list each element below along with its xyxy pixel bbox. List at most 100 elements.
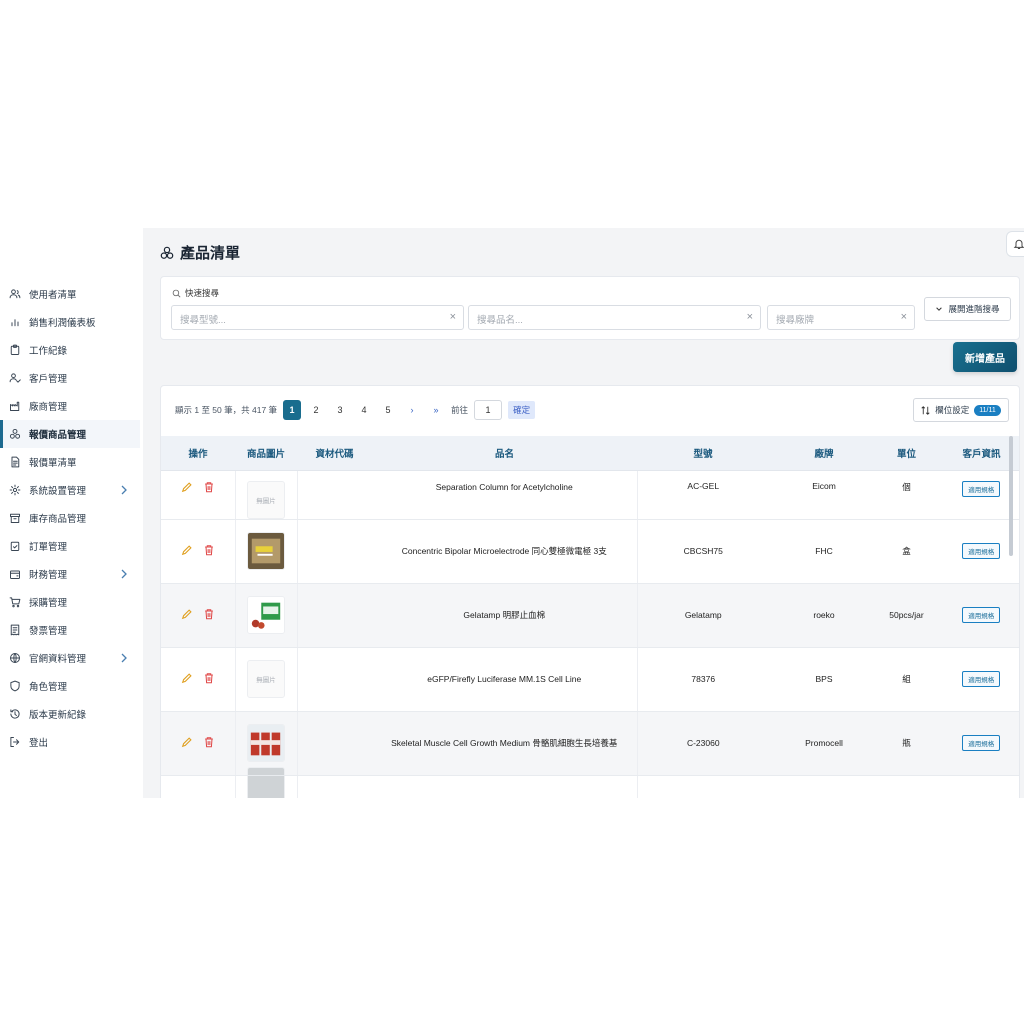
boxes-icon bbox=[9, 428, 21, 440]
page-button[interactable]: 1 bbox=[283, 400, 302, 420]
model-search-input[interactable]: 搜尋型號... × bbox=[171, 305, 464, 330]
notification-button[interactable] bbox=[1006, 231, 1024, 257]
page-button[interactable]: 5 bbox=[379, 400, 397, 420]
column-header[interactable]: 單位 bbox=[879, 436, 934, 471]
product-name-cell: Gelatamp 明膠止血棉 bbox=[372, 583, 637, 648]
material-code-cell bbox=[296, 711, 372, 776]
sidebar-item-user-check[interactable]: 客戶管理 bbox=[0, 364, 140, 392]
spec-tag[interactable]: 適用規格 bbox=[962, 543, 1001, 559]
delete-icon[interactable] bbox=[203, 736, 215, 750]
archive-icon bbox=[9, 512, 21, 524]
edit-icon[interactable] bbox=[181, 544, 193, 558]
add-product-button[interactable]: 新增產品 bbox=[953, 342, 1017, 372]
column-header[interactable]: 廠牌 bbox=[769, 436, 879, 471]
page-title: 產品清單 bbox=[160, 242, 240, 263]
image-cell bbox=[234, 583, 297, 648]
page-button[interactable]: 2 bbox=[307, 400, 325, 420]
brand-cell: Promocell bbox=[769, 711, 879, 776]
table-row[interactable]: 無圖片 Separation Column for Acetylcholine AC… bbox=[161, 470, 1019, 520]
sidebar-item-file-list[interactable]: 報價單清單 bbox=[0, 448, 140, 476]
material-code-cell bbox=[296, 583, 372, 648]
next-page-button[interactable]: › bbox=[403, 400, 421, 420]
clear-icon[interactable]: × bbox=[450, 311, 456, 323]
sidebar-item-factory[interactable]: 廠商管理 bbox=[0, 392, 140, 420]
table-row[interactable]: 無圖片 eGFP/Firefly Luciferase MM.1S Cell Li… bbox=[161, 647, 1019, 712]
cart-icon bbox=[9, 596, 21, 608]
gear-icon bbox=[9, 484, 21, 496]
table-scrollbar[interactable] bbox=[1009, 436, 1013, 556]
customer-info-cell: 適用規格 bbox=[934, 647, 1019, 712]
advanced-search-button[interactable]: 展開進階搜尋 bbox=[924, 297, 1011, 321]
product-name-cell: eGFP/Firefly Luciferase MM.1S Cell Line bbox=[372, 647, 637, 712]
history-icon bbox=[9, 708, 21, 720]
table-row[interactable]: Concentric Bipolar Microelectrode 同心雙極微電… bbox=[161, 519, 1019, 584]
edit-icon[interactable] bbox=[181, 672, 193, 686]
sidebar-item-shield[interactable]: 角色管理 bbox=[0, 672, 140, 700]
column-header[interactable]: 型號 bbox=[637, 436, 769, 471]
name-search-input[interactable]: 搜尋品名... × bbox=[468, 305, 761, 330]
sidebar-item-clipboard-check[interactable]: 訂單管理 bbox=[0, 532, 140, 560]
spec-tag[interactable]: 適用規格 bbox=[962, 480, 1001, 497]
spec-tag[interactable]: 適用規格 bbox=[962, 671, 1001, 687]
page-button[interactable]: 4 bbox=[355, 400, 373, 420]
column-header[interactable]: 客戶資訊 bbox=[934, 436, 1019, 471]
product-image[interactable] bbox=[247, 724, 285, 762]
edit-icon[interactable] bbox=[181, 481, 193, 495]
sidebar-item-bar-chart[interactable]: 銷售利潤儀表板 bbox=[0, 308, 140, 336]
no-image-placeholder: 無圖片 bbox=[247, 480, 285, 519]
sidebar-item-logout[interactable]: 登出 bbox=[0, 728, 140, 756]
edit-icon[interactable] bbox=[181, 736, 193, 750]
goto-page-input[interactable]: 1 bbox=[474, 400, 503, 420]
edit-icon[interactable] bbox=[181, 608, 193, 622]
sidebar-item-label: 官網資料管理 bbox=[29, 654, 87, 665]
last-page-button[interactable]: » bbox=[427, 400, 445, 420]
page-button[interactable]: 3 bbox=[331, 400, 349, 420]
sidebar-item-cart[interactable]: 採購管理 bbox=[0, 588, 140, 616]
sidebar-item-archive[interactable]: 庫存商品管理 bbox=[0, 504, 140, 532]
sidebar-item-receipt[interactable]: 發票管理 bbox=[0, 616, 140, 644]
model-cell: 78376 bbox=[636, 647, 769, 712]
sidebar-item-users[interactable]: 使用者清單 bbox=[0, 280, 140, 308]
sidebar-item-boxes[interactable]: 報價商品管理 bbox=[0, 420, 140, 448]
spec-tag[interactable]: 適用規格 bbox=[962, 735, 1001, 751]
model-cell: CBCSH75 bbox=[636, 519, 769, 584]
column-header[interactable]: 品名 bbox=[372, 436, 637, 471]
pagination: 顯示 1 至 50 筆，共 417 筆 « ‹ 12345 › » 前往 1 確… bbox=[175, 400, 536, 467]
column-header[interactable]: 操作 bbox=[161, 436, 235, 471]
column-settings-button[interactable]: 欄位設定 11/11 bbox=[913, 398, 1009, 422]
column-header[interactable]: 資材代碼 bbox=[297, 436, 372, 471]
sidebar-nav: 使用者清單銷售利潤儀表板工作紀錄 客戶管理 廠商管理 報價商品管理 報價單清單系統設置管… bbox=[0, 280, 140, 756]
sidebar-item-globe[interactable]: 官網資料管理 bbox=[0, 644, 140, 672]
product-name: Gelatamp 明膠止血棉 bbox=[463, 610, 546, 620]
brand-search-input[interactable]: 搜尋廠牌 × bbox=[767, 305, 915, 330]
quick-search-text: 快速搜尋 bbox=[185, 288, 220, 298]
sidebar-item-label: 銷售利潤儀表板 bbox=[29, 318, 96, 329]
delete-icon[interactable] bbox=[203, 608, 215, 622]
sidebar-item-label: 系統設置管理 bbox=[29, 486, 87, 497]
material-code-cell bbox=[296, 470, 372, 520]
table-row[interactable]: Gelatamp 明膠止血棉 Gelatamp roeko 50pcs/jar 適用規格… bbox=[161, 583, 1019, 648]
sidebar-item-gear[interactable]: 系統設置管理 bbox=[0, 476, 140, 504]
table-row[interactable] bbox=[161, 767, 1019, 798]
delete-icon[interactable] bbox=[203, 544, 215, 558]
clear-icon[interactable]: × bbox=[901, 311, 907, 323]
clear-icon[interactable]: × bbox=[747, 311, 753, 323]
goto-confirm-button[interactable]: 確定 bbox=[508, 401, 536, 419]
unit-cell: 組 bbox=[879, 647, 934, 712]
brand-cell: Eicom bbox=[769, 470, 879, 520]
table-row[interactable]: Skeletal Muscle Cell Growth Medium 骨骼肌細胞… bbox=[161, 711, 1019, 776]
sidebar-item-clipboard[interactable]: 工作紀錄 bbox=[0, 336, 140, 364]
column-header[interactable]: 商品圖片 bbox=[235, 436, 297, 471]
delete-icon[interactable] bbox=[203, 481, 215, 495]
sidebar-item-history[interactable]: 版本更新紀錄 bbox=[0, 700, 140, 728]
product-image[interactable] bbox=[247, 767, 285, 798]
product-image[interactable] bbox=[247, 532, 285, 570]
spec-tag[interactable]: 適用規格 bbox=[962, 607, 1001, 623]
product-name-cell: Concentric Bipolar Microelectrode 同心雙極微電… bbox=[372, 519, 637, 584]
customer-info-cell: 適用規格 bbox=[934, 583, 1019, 648]
delete-icon[interactable] bbox=[203, 672, 215, 686]
sidebar-item-label: 訂單管理 bbox=[29, 542, 68, 553]
product-image[interactable] bbox=[247, 596, 285, 634]
sidebar-item-wallet[interactable]: 財務管理 bbox=[0, 560, 140, 588]
user-check-icon bbox=[9, 372, 21, 384]
